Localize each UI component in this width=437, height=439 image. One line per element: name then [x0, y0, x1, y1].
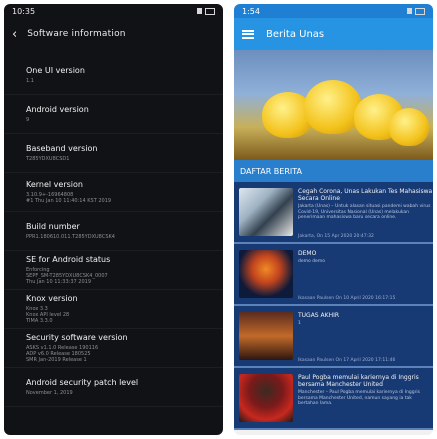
software-information-screen: 10:35 ‹ Software information One UI vers…	[4, 4, 223, 435]
item-value: ASKS v1.1.0 Release 190116 ADP v6.0 Rele…	[26, 345, 99, 363]
item-value: Enforcing SEPF_SM-T285YDXU8CSK4_0007 Thu…	[26, 267, 108, 285]
item-title: One UI version	[26, 66, 85, 75]
item-value: Knox 3.3 Knox API level 28 TIMA 3.3.0	[26, 306, 70, 324]
item-title: SE for Android status	[26, 255, 111, 264]
item-title: Android version	[26, 105, 89, 114]
battery-icon	[205, 7, 215, 15]
list-item-kernel-version[interactable]: Kernel version 3.10.9+-16964808 #1 Thu Ja…	[4, 173, 223, 212]
item-title: Security software version	[26, 333, 128, 342]
list-item-android-version[interactable]: Android version 9	[4, 95, 223, 134]
info-list: One UI version 1.1 Android version 9 Baseb…	[4, 56, 223, 407]
item-title: Kernel version	[26, 180, 83, 189]
news-title: Cegah Corona, Unas Lakukan Tes Mahasiswa…	[298, 188, 433, 202]
status-bar: 10:35	[4, 4, 223, 18]
section-header: DAFTAR BERITA	[234, 160, 433, 182]
list-item-knox-version[interactable]: Knox version Knox 3.3 Knox API level 28 T…	[4, 290, 223, 329]
item-value: PPR1.180610.011.T285YDXU8CSK4	[26, 234, 115, 240]
status-time: 10:35	[12, 6, 36, 16]
news-snippet: Manchester – Paul Pogba memulai karierny…	[298, 390, 421, 406]
item-title: Baseband version	[26, 144, 98, 153]
item-value: T285YDXU8CSD1	[26, 156, 70, 162]
app-title: Berita Unas	[266, 28, 325, 40]
list-item-baseband-version[interactable]: Baseband version T285YDXU8CSD1	[4, 134, 223, 173]
list-item-one-ui-version[interactable]: One UI version 1.1	[4, 56, 223, 95]
item-value: 1.1	[26, 78, 34, 84]
battery-icon	[415, 7, 425, 15]
back-arrow-icon[interactable]: ‹	[12, 27, 17, 42]
signal-icon	[407, 8, 412, 14]
news-thumbnail	[239, 374, 293, 422]
news-item[interactable]: Paul Pogba memulai kariernya di Inggris …	[234, 368, 433, 430]
app-bar: ‹ Software information	[4, 18, 223, 50]
news-title: Paul Pogba memulai kariernya di Inggris …	[298, 374, 419, 388]
news-thumbnail	[239, 188, 293, 236]
item-value: 9	[26, 117, 30, 123]
news-title: DEMO	[298, 250, 317, 257]
news-thumbnail	[239, 312, 293, 360]
item-value: November 1, 2019	[26, 390, 73, 396]
list-item-se-android-status[interactable]: SE for Android status Enforcing SEPF_SM-T…	[4, 251, 223, 290]
list-item-security-software-version[interactable]: Security software version ASKS v1.1.0 Rel…	[4, 329, 223, 368]
status-bar: 1:54	[234, 4, 433, 18]
item-title: Knox version	[26, 294, 78, 303]
news-item[interactable]: DEMO demo demo Ikasaan Paulsen On 10 Apri…	[234, 244, 433, 306]
news-thumbnail	[239, 250, 293, 298]
news-snippet: demo demo	[298, 259, 325, 264]
news-date: Jakarta, On 15 Apr 2020 20:47:32	[298, 234, 374, 239]
page-title: Software information	[27, 29, 126, 39]
news-date: Ikasaan Paulsen On 10 April 2020 16:17:1…	[298, 296, 396, 301]
news-snippet: 1	[298, 321, 301, 326]
list-item-build-number[interactable]: Build number PPR1.180610.011.T285YDXU8CSK…	[4, 212, 223, 251]
status-time: 1:54	[242, 6, 260, 16]
news-date: Ikasaan Paulsen On 17 April 2020 17:11:4…	[298, 358, 396, 363]
news-snippet: Jakarta (Unas) – Untuk alasan situasi pa…	[298, 204, 431, 220]
item-title: Build number	[26, 222, 80, 231]
app-bar: Berita Unas	[234, 18, 433, 50]
news-item[interactable]: TUGAS AKHIR 1 Ikasaan Paulsen On 17 April…	[234, 306, 433, 368]
hamburger-menu-icon[interactable]	[242, 29, 254, 39]
item-value: 3.10.9+-16964808 #1 Thu Jan 10 11:40:14 …	[26, 192, 112, 204]
list-item-security-patch-level[interactable]: Android security patch level November 1, …	[4, 368, 223, 407]
header-image	[234, 50, 433, 160]
item-title: Android security patch level	[26, 378, 139, 387]
berita-unas-screen: 1:54 Berita Unas DAFTAR BERITA Cegah Cor…	[234, 4, 433, 435]
signal-icon	[197, 8, 202, 14]
news-title: TUGAS AKHIR	[298, 312, 340, 319]
news-item[interactable]: Cegah Corona, Unas Lakukan Tes Mahasiswa…	[234, 182, 433, 244]
